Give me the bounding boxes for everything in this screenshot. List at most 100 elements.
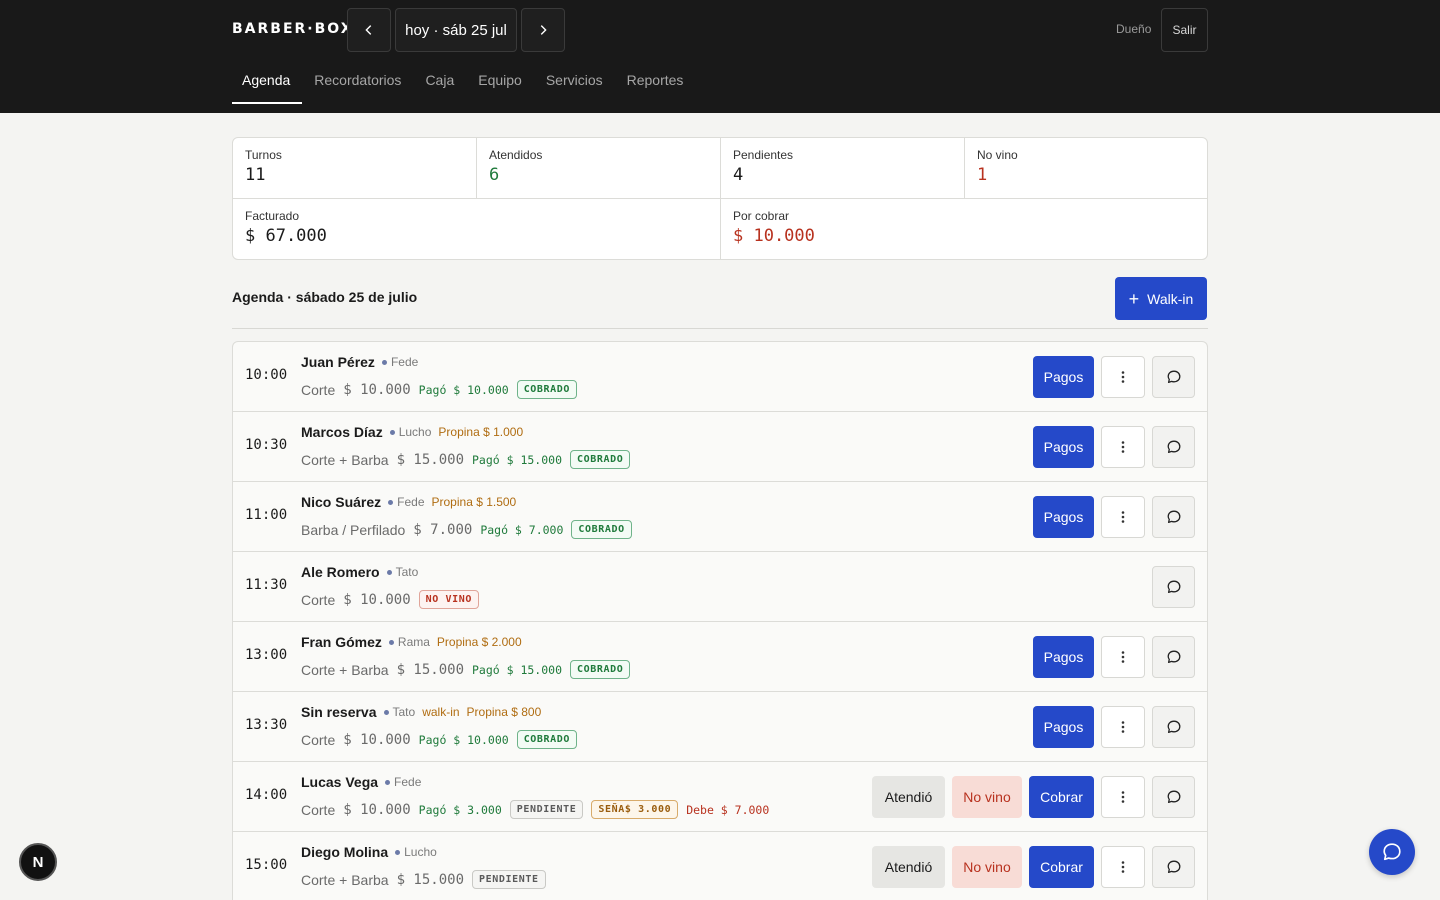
appointment-time: 13:30 [245,717,288,733]
mark-attended-button[interactable]: Atendió [872,846,945,888]
client-name: Ale Romero [301,564,380,580]
message-button[interactable] [1152,636,1195,678]
chevron-right-icon [540,25,547,35]
payments-button[interactable]: Pagos [1033,636,1094,678]
payments-button[interactable]: Pagos [1033,706,1094,748]
paid-amount: Pagó $ 7.000 [480,522,564,537]
message-button[interactable] [1152,846,1195,888]
mark-no-show-button[interactable]: No vino [952,776,1022,818]
message-button[interactable] [1152,496,1195,538]
date-selector[interactable]: hoy · sáb 25 jul [395,8,517,52]
service-name: Corte + Barba [301,451,389,468]
client-name: Nico Suárez [301,494,382,510]
role-label: Dueño [1116,22,1152,36]
barber-dot-icon [389,429,395,435]
barber-dot-icon [388,639,394,645]
deposit-badge: SEÑA$ 3.000 [591,800,679,819]
prev-day-button[interactable] [347,8,391,52]
appointment-time: 10:30 [245,437,288,453]
client-name: Fran Gómez [301,634,382,650]
tip-amount: Propina $ 1.000 [438,425,524,439]
stat-value: 4 [733,165,744,185]
more-options-button[interactable] [1101,706,1145,748]
stat-no-vino: No vino 1 [965,138,1207,199]
more-options-button[interactable] [1101,426,1145,468]
charge-button[interactable]: Cobrar [1029,846,1094,888]
service-name: Corte + Barba [301,871,389,888]
service-name: Corte [301,801,336,818]
tab-servicios[interactable]: Servicios [534,64,615,104]
status-badge: COBRADO [516,730,578,749]
more-options-button[interactable] [1101,776,1145,818]
stat-facturado: Facturado $ 67.000 [233,199,721,259]
appointment-time: 15:00 [245,857,288,873]
logout-button[interactable]: Salir [1161,8,1208,52]
service-price: $ 10.000 [343,731,411,748]
message-button[interactable] [1152,566,1195,608]
more-vertical-icon [1121,721,1125,733]
more-vertical-icon [1121,791,1125,803]
mark-no-show-button[interactable]: No vino [952,846,1022,888]
appointment-row: 11:30 Ale Romero Tato Corte $ 10.000 NO … [233,552,1207,622]
message-button[interactable] [1152,426,1195,468]
barber-name: Rama [397,635,430,649]
chat-icon [1167,790,1180,804]
paid-amount: Pagó $ 10.000 [418,732,509,747]
stat-value: $ 67.000 [245,226,327,246]
more-options-button[interactable] [1101,356,1145,398]
more-options-button[interactable] [1101,496,1145,538]
tab-recordatorios[interactable]: Recordatorios [302,64,413,104]
top-bar: BARBER·BOX hoy · sáb 25 jul Dueño Salir … [0,0,1440,113]
status-badge: PENDIENTE [509,800,584,819]
more-options-button[interactable] [1101,636,1145,678]
more-vertical-icon [1121,371,1125,383]
chat-icon [1167,510,1180,524]
message-button[interactable] [1152,706,1195,748]
barber-name: Fede [390,355,419,369]
stat-label: Turnos [245,148,282,162]
paid-amount: Pagó $ 10.000 [418,382,509,397]
brand-logo[interactable]: BARBER·BOX [232,21,354,37]
chat-icon [1167,860,1180,874]
chat-icon [1167,370,1180,384]
client-name: Marcos Díaz [301,424,383,440]
tab-reportes[interactable]: Reportes [615,64,696,104]
stat-pendientes: Pendientes 4 [721,138,965,199]
more-options-button[interactable] [1101,846,1145,888]
service-price: $ 15.000 [396,661,464,678]
next-dev-badge[interactable]: N [19,843,57,881]
appointment-row: 10:00 Juan Pérez Fede Corte $ 10.000 Pag… [233,342,1207,412]
barber-name: Lucho [404,845,437,859]
service-price: $ 10.000 [343,591,411,608]
payments-button[interactable]: Pagos [1033,496,1094,538]
tip-amount: Propina $ 1.500 [431,495,517,509]
tab-agenda[interactable]: Agenda [232,64,303,104]
mark-attended-button[interactable]: Atendió [872,776,945,818]
barber-tag: Fede [381,355,419,369]
service-name: Corte + Barba [301,661,389,678]
barber-tag: Lucho [395,845,437,859]
chat-icon [1167,580,1180,594]
charge-button[interactable]: Cobrar [1029,776,1094,818]
stat-label: No vino [977,148,1018,162]
tab-caja[interactable]: Caja [413,64,466,104]
agenda-title: Agenda · sábado 25 de julio [232,289,418,305]
stat-value: 1 [977,165,988,185]
tab-equipo[interactable]: Equipo [466,64,534,104]
payments-button[interactable]: Pagos [1033,356,1094,398]
message-button[interactable] [1152,356,1195,398]
more-vertical-icon [1121,511,1125,523]
message-button[interactable] [1152,776,1195,818]
walk-in-button[interactable]: + Walk-in [1115,277,1207,320]
service-price: $ 15.000 [396,871,464,888]
chat-fab-button[interactable] [1369,829,1415,875]
status-badge: COBRADO [571,520,632,539]
next-day-button[interactable] [521,8,565,52]
barber-name: Tato [395,565,419,579]
payments-button[interactable]: Pagos [1033,426,1094,468]
status-badge: NO VINO [418,590,480,609]
paid-amount: Pagó $ 3.000 [418,802,502,817]
stat-label: Pendientes [733,148,794,162]
barber-tag: Fede [388,495,425,509]
service-name: Corte [301,591,336,608]
